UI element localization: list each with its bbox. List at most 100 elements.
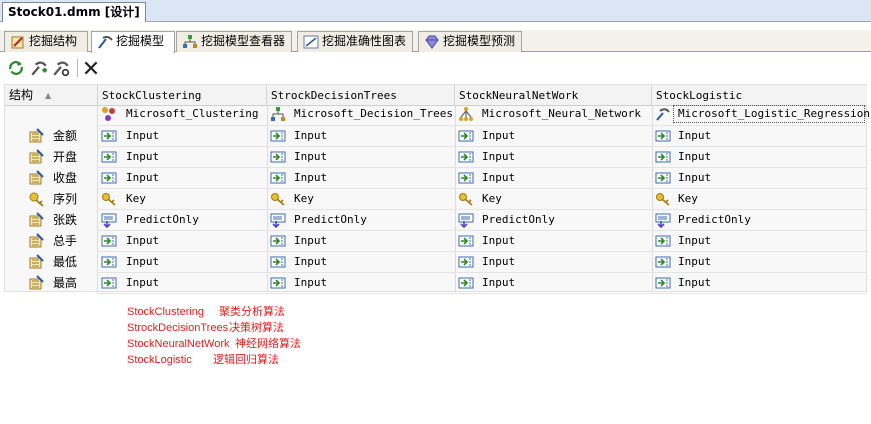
input-icon [101,130,117,142]
new-model-icon[interactable] [30,59,48,77]
usage-cell[interactable]: PredictOnly [482,210,555,230]
tab-model-prediction[interactable]: 挖掘模型预测 [418,31,522,52]
algorithm-decision-trees[interactable]: Microsoft_Decision_Trees [294,104,453,124]
input-icon [458,235,474,247]
input-icon [101,256,117,268]
accuracy-chart-icon [303,35,319,49]
structure-header[interactable]: 结构 ▲ [5,85,98,106]
input-icon [101,172,117,184]
tab-label: 挖掘模型预测 [443,34,516,48]
tab-mining-structure[interactable]: 挖掘结构 [4,31,88,52]
usage-cell[interactable]: Input [678,168,711,188]
model-header-neural-network[interactable]: StockNeuralNetWork [455,85,652,106]
usage-cell[interactable]: Input [294,126,327,146]
note-model: StockClustering [127,306,205,318]
structure-column-label[interactable]: 开盘 [53,147,77,167]
input-icon [655,172,671,184]
usage-cell[interactable]: PredictOnly [294,210,367,230]
usage-cell[interactable]: Input [294,273,327,293]
column-icon [29,128,44,143]
clustering-icon [102,107,115,121]
input-icon [270,277,286,289]
column-divider [652,106,653,292]
usage-cell[interactable]: Input [678,147,711,167]
input-icon [270,151,286,163]
structure-column-label[interactable]: 金额 [53,126,77,146]
column-divider [267,106,268,292]
usage-cell[interactable]: Input [678,126,711,146]
usage-cell[interactable]: Input [294,147,327,167]
usage-cell[interactable]: Input [126,168,159,188]
structure-column-label[interactable]: 收盘 [53,168,77,188]
usage-cell[interactable]: Key [126,189,146,209]
usage-cell[interactable]: Input [126,273,159,293]
document-tab[interactable]: Stock01.dmm [设计] [2,2,146,22]
key-icon [102,193,116,206]
neural-network-icon [459,107,473,121]
algorithm-clustering[interactable]: Microsoft_Clustering [126,104,258,124]
structure-column-label[interactable]: 张跌 [53,210,77,230]
process-icon[interactable] [7,59,25,77]
tab-model-viewer[interactable]: 挖掘模型查看器 [176,31,292,52]
usage-cell[interactable]: Input [678,231,711,251]
prediction-icon [425,35,439,49]
algorithm-neural-network[interactable]: Microsoft_Neural_Network [482,104,641,124]
model-header-logistic[interactable]: StockLogistic [652,85,867,106]
usage-cell[interactable]: Input [294,252,327,272]
usage-cell[interactable]: Input [482,252,515,272]
sort-ascending-icon[interactable]: ▲ [45,85,51,105]
usage-cell[interactable]: Input [126,147,159,167]
row-divider [97,293,867,294]
usage-cell[interactable]: Key [482,189,502,209]
usage-cell[interactable]: Input [126,126,159,146]
usage-cell[interactable]: Input [482,147,515,167]
usage-cell[interactable]: Key [294,189,314,209]
key-column-icon [29,192,44,207]
structure-column-label[interactable]: 序列 [53,189,77,209]
set-algorithm-icon[interactable] [52,59,70,77]
input-icon [458,256,474,268]
input-icon [655,235,671,247]
tab-accuracy-chart[interactable]: 挖掘准确性图表 [297,31,413,52]
usage-cell[interactable]: Input [482,231,515,251]
designer-tab-bar: 挖掘结构 挖掘模型 挖掘模型查看器 挖掘准确性图表 挖掘模型预测 [0,30,871,53]
usage-cell[interactable]: Input [678,273,711,293]
structure-column-label[interactable]: 最高 [53,273,77,293]
key-icon [271,193,285,206]
delete-icon[interactable] [82,59,100,77]
usage-cell[interactable]: Input [126,252,159,272]
note-model: StockLogistic [127,354,192,366]
column-icon [29,149,44,164]
usage-cell[interactable]: Input [126,231,159,251]
input-icon [101,151,117,163]
tab-mining-model[interactable]: 挖掘模型 [91,31,175,53]
usage-cell[interactable]: PredictOnly [678,210,751,230]
usage-cell[interactable]: Key [678,189,698,209]
key-icon [459,193,473,206]
structure-column-label[interactable]: 总手 [53,231,77,251]
column-icon [29,254,44,269]
input-icon [101,277,117,289]
algorithm-logistic-regression[interactable]: Microsoft_Logistic_Regression [678,104,870,124]
structure-column-label[interactable]: 最低 [53,252,77,272]
usage-cell[interactable]: Input [482,126,515,146]
column-icon [29,212,44,227]
input-icon [655,130,671,142]
note-desc: 逻辑回归算法 [213,354,279,366]
usage-cell[interactable]: Input [294,231,327,251]
column-icon [29,233,44,248]
model-header-clustering[interactable]: StockClustering [98,85,267,106]
toolbar-separator [77,59,78,77]
structure-header-label: 结构 [9,88,34,102]
usage-cell[interactable]: PredictOnly [126,210,199,230]
note-model: StrockDecisionTrees [127,322,229,334]
input-icon [458,277,474,289]
tab-label: 挖掘模型查看器 [201,34,286,48]
usage-cell[interactable]: Input [482,168,515,188]
note-desc: 神经网络算法 [235,338,301,350]
usage-cell[interactable]: Input [482,273,515,293]
document-tab-strip: Stock01.dmm [设计] [0,0,871,22]
usage-cell[interactable]: Input [678,252,711,272]
usage-cell[interactable]: Input [294,168,327,188]
model-header-decision-trees[interactable]: StrockDecisionTrees [267,85,455,106]
